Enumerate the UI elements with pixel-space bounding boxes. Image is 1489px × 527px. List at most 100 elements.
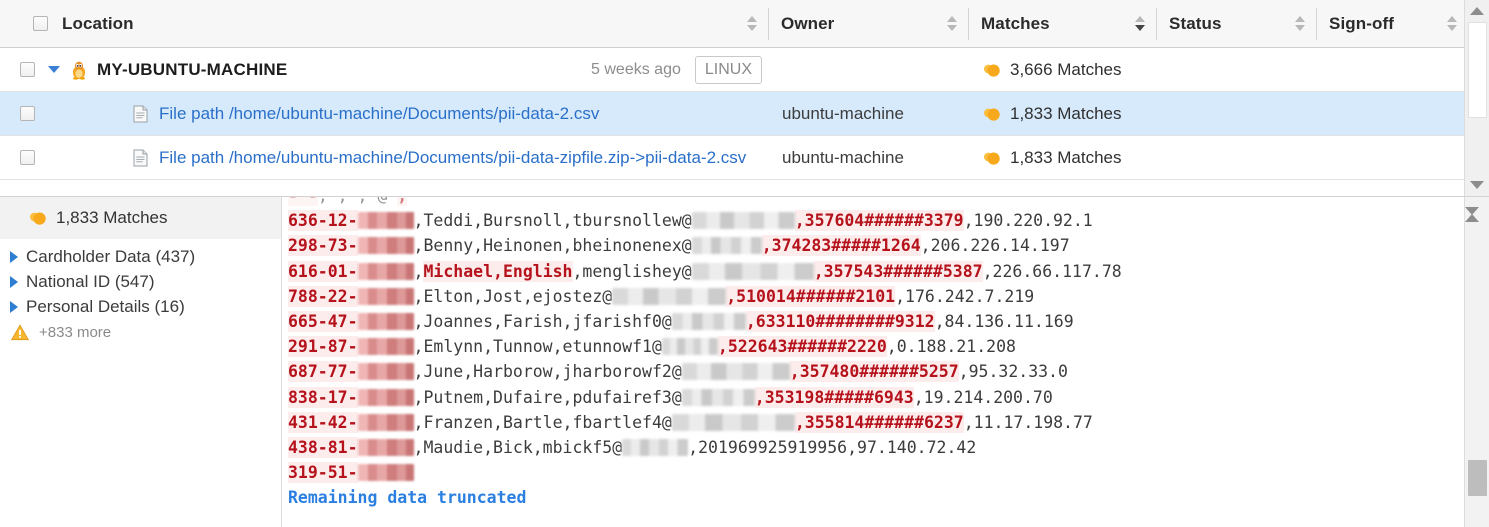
redacted-value xyxy=(682,363,790,380)
redacted-value xyxy=(358,439,414,456)
sensitive-match: Michael,English xyxy=(423,261,572,282)
scrollbar-thumb[interactable] xyxy=(1468,460,1487,496)
match-dot-icon xyxy=(982,62,1001,78)
sidebar-matches-label: 1,833 Matches xyxy=(56,208,168,228)
preview-line: 319-51- xyxy=(288,460,1459,485)
preview-text: ,Joannes,Farish,jfarishf0@ xyxy=(414,312,672,331)
sensitive-match: ,510014######2101 xyxy=(726,286,895,307)
preview-line: Remaining data truncated xyxy=(288,485,1459,510)
file-path-value: /home/ubuntu-machine/Documents/pii-data-… xyxy=(229,104,599,123)
chevron-right-icon[interactable] xyxy=(10,276,18,288)
sensitive-match: 665-47- xyxy=(288,311,358,332)
column-header-matches[interactable]: Matches xyxy=(968,0,1156,48)
preview-text: , , , @ xyxy=(318,197,388,205)
column-header-owner[interactable]: Owner xyxy=(768,0,968,48)
sidebar-matches-header: 1,833 Matches xyxy=(0,197,281,239)
column-header-status[interactable]: Status xyxy=(1156,0,1316,48)
sensitive-match: ,357604######3379 xyxy=(795,210,964,231)
table-row[interactable]: File path /home/ubuntu-machine/Documents… xyxy=(0,136,1489,180)
table-row[interactable]: MY-UBUNTU-MACHINE 5 weeks ago LINUX 3,66… xyxy=(0,48,1489,92)
redacted-value xyxy=(358,414,414,431)
preview-line: 687-77- ,June,Harborow,jharborowf2@ ,35748… xyxy=(288,359,1459,384)
results-grid-panel: Location Owner Matches Status Sign-off xyxy=(0,0,1489,196)
redacted-value xyxy=(358,389,414,406)
column-header-signoff[interactable]: Sign-off xyxy=(1316,0,1468,48)
row-matches-label: 1,833 Matches xyxy=(1010,148,1122,168)
preview-line: 438-81-,Maudie,Bick,mbickf5@,20196992591… xyxy=(288,435,1459,460)
sidebar-item-label: National ID (547) xyxy=(26,272,155,292)
file-preview-content[interactable]: - -, , , @ , 636-12-,Teddi,Bursnoll,tbur… xyxy=(282,197,1489,527)
grid-header-row: Location Owner Matches Status Sign-off xyxy=(0,0,1489,48)
sidebar-item-national-id[interactable]: National ID (547) xyxy=(10,269,281,294)
redacted-value xyxy=(672,414,795,431)
match-detail-panel: 1,833 Matches Cardholder Data (437) Nati… xyxy=(0,196,1489,527)
redacted-value xyxy=(358,313,414,330)
scroll-down-arrow[interactable] xyxy=(1465,215,1489,233)
file-path-lead: File path xyxy=(159,148,229,167)
row-matches-label: 1,833 Matches xyxy=(1010,104,1122,124)
sensitive-match: 431-42- xyxy=(288,412,358,433)
table-row[interactable]: File path /home/ubuntu-machine/Documents… xyxy=(0,92,1489,136)
preview-text: ,Emlynn,Tunnow,etunnowf1@ xyxy=(414,337,662,356)
preview-text: ,June,Harborow,jharborowf2@ xyxy=(414,362,682,381)
column-header-matches-label: Matches xyxy=(981,14,1050,34)
row-owner-cell: ubuntu-machine xyxy=(768,136,968,179)
tux-icon xyxy=(69,60,89,80)
preview-text: ,206.226.14.197 xyxy=(921,236,1070,255)
sensitive-match: 438-81- xyxy=(288,437,358,458)
sidebar-item-cardholder-data[interactable]: Cardholder Data (437) xyxy=(10,244,281,269)
preview-text: ,Franzen,Bartle,fbartlef4@ xyxy=(414,413,672,432)
file-path-link[interactable]: File path /home/ubuntu-machine/Documents… xyxy=(159,148,746,168)
sensitive-match: 788-22- xyxy=(288,286,358,307)
scrollbar-thumb[interactable] xyxy=(1468,22,1487,118)
row-location-cell: MY-UBUNTU-MACHINE 5 weeks ago LINUX xyxy=(0,48,768,91)
sort-toggle-status[interactable] xyxy=(1294,12,1306,36)
sidebar-item-more[interactable]: +833 more xyxy=(10,319,281,345)
match-dot-icon xyxy=(982,106,1001,122)
sidebar-category-list: Cardholder Data (437) National ID (547) … xyxy=(0,239,281,345)
sort-toggle-location[interactable] xyxy=(746,12,758,36)
machine-name: MY-UBUNTU-MACHINE xyxy=(97,60,287,80)
sort-toggle-matches[interactable] xyxy=(1134,12,1146,36)
sensitive-match: ,357480######5257 xyxy=(790,361,959,382)
row-checkbox[interactable] xyxy=(20,150,35,165)
sensitive-match: - - xyxy=(288,197,318,206)
sort-toggle-owner[interactable] xyxy=(946,12,958,36)
sidebar-item-personal-details[interactable]: Personal Details (16) xyxy=(10,294,281,319)
file-path-link[interactable]: File path /home/ubuntu-machine/Documents… xyxy=(159,104,599,124)
sensitive-match: 291-87- xyxy=(288,336,358,357)
sensitive-match: 298-73- xyxy=(288,235,358,256)
chevron-down-icon[interactable] xyxy=(48,66,60,73)
sidebar-item-label: Cardholder Data (437) xyxy=(26,247,195,267)
row-checkbox[interactable] xyxy=(20,62,35,77)
preview-line: 298-73-,Benny,Heinonen,bheinonenex@,3742… xyxy=(288,233,1459,258)
match-dot-icon xyxy=(982,150,1001,166)
redacted-value xyxy=(612,288,726,305)
sidebar-more-label: +833 more xyxy=(39,324,111,341)
redacted-value xyxy=(672,313,746,330)
preview-line: 636-12-,Teddi,Bursnoll,tbursnollew@,3576… xyxy=(288,208,1459,233)
file-path-value: /home/ubuntu-machine/Documents/pii-data-… xyxy=(229,148,746,167)
row-checkbox[interactable] xyxy=(20,106,35,121)
match-dot-icon xyxy=(28,210,47,226)
select-all-checkbox[interactable] xyxy=(33,16,48,31)
sensitive-match: 636-12- xyxy=(288,210,358,231)
sort-toggle-signoff[interactable] xyxy=(1446,12,1458,36)
chevron-right-icon[interactable] xyxy=(10,251,18,263)
row-owner-cell: ubuntu-machine xyxy=(768,92,968,135)
match-categories-sidebar: 1,833 Matches Cardholder Data (437) Nati… xyxy=(0,197,282,527)
scroll-up-arrow[interactable] xyxy=(1465,2,1489,20)
redacted-value xyxy=(682,389,755,406)
column-header-status-label: Status xyxy=(1169,14,1222,34)
chevron-right-icon[interactable] xyxy=(10,301,18,313)
preview-line: 616-01-,Michael,English,menglishey@,3575… xyxy=(288,259,1459,284)
grid-vertical-scrollbar[interactable] xyxy=(1464,0,1489,196)
grid-body: MY-UBUNTU-MACHINE 5 weeks ago LINUX 3,66… xyxy=(0,48,1489,195)
sensitive-match: 687-77- xyxy=(288,361,358,382)
row-location-cell: File path /home/ubuntu-machine/Documents… xyxy=(0,136,768,179)
preview-line: 291-87-,Emlynn,Tunnow,etunnowf1@,522643#… xyxy=(288,334,1459,359)
scroll-down-arrow[interactable] xyxy=(1465,176,1489,194)
column-header-location[interactable]: Location xyxy=(0,0,768,48)
preview-vertical-scrollbar[interactable] xyxy=(1464,197,1489,527)
row-owner-cell xyxy=(768,48,968,91)
